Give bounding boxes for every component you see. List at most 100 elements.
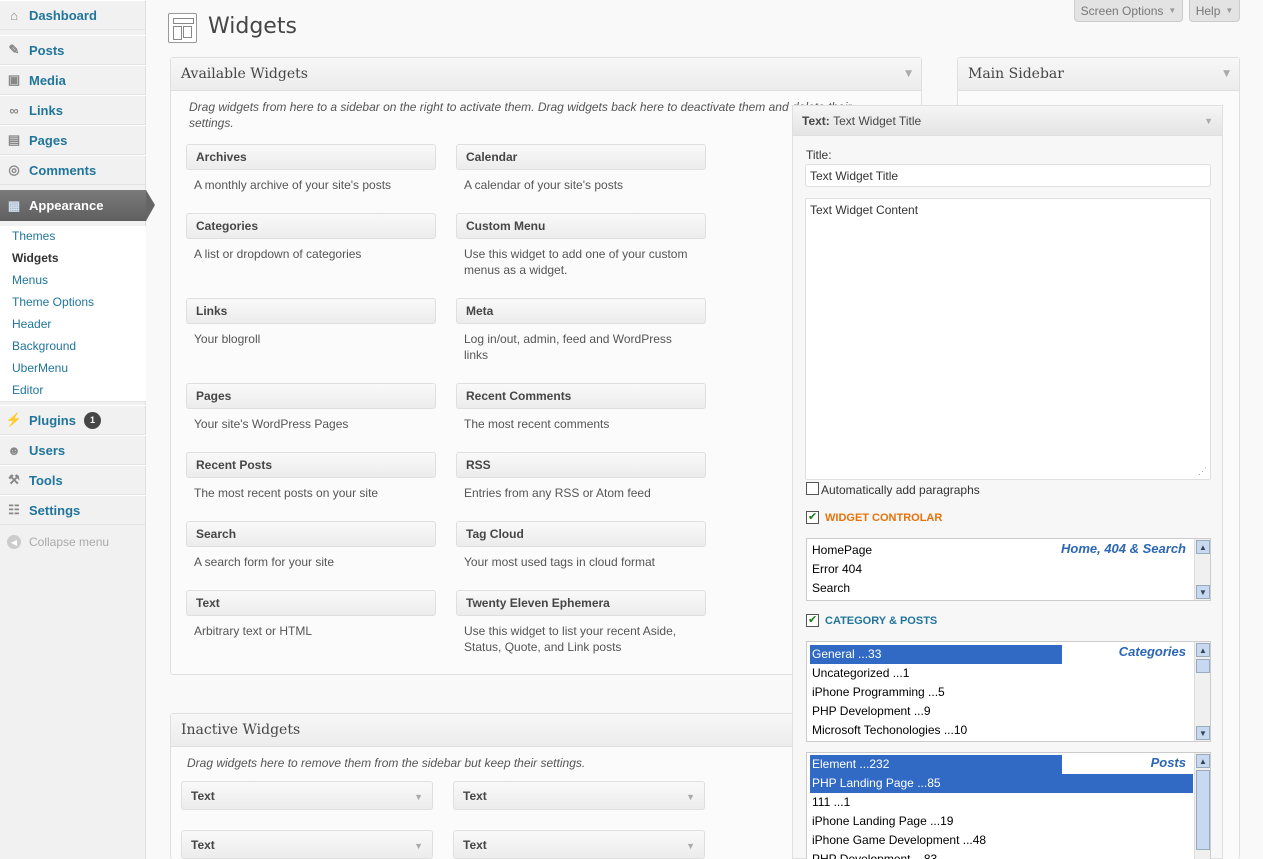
list-item[interactable]: Search xyxy=(810,579,850,598)
scroll-thumb[interactable] xyxy=(1196,659,1210,673)
widget-search[interactable]: Search A search form for your site xyxy=(186,521,436,570)
screen-options-button[interactable]: Screen Options ▼ xyxy=(1074,0,1183,22)
pages-listbox[interactable]: Home, 404 & Search HomePage Error 404 Se… xyxy=(806,538,1211,601)
collapse-menu-button[interactable]: ◀ Collapse menu xyxy=(7,535,109,549)
widget-collapse-icon[interactable]: ▼ xyxy=(1204,116,1213,126)
list-item[interactable]: iPhone Landing Page ...19 xyxy=(810,812,953,831)
scroll-up-icon[interactable]: ▲ xyxy=(1196,754,1210,768)
widget-title[interactable]: Meta xyxy=(456,298,706,324)
widget-archives[interactable]: Archives A monthly archive of your site's… xyxy=(186,144,436,193)
widget-title[interactable]: Custom Menu xyxy=(456,213,706,239)
inactive-widget-text[interactable]: Text ▼ xyxy=(181,830,433,859)
menu-plugins[interactable]: ⚡ Plugins 1 xyxy=(0,405,146,435)
list-item[interactable]: HomePage xyxy=(810,541,872,560)
widget-title[interactable]: Search xyxy=(186,521,436,547)
widget-calendar[interactable]: Calendar A calendar of your site's posts xyxy=(456,144,706,193)
list-item[interactable]: Error 404 xyxy=(810,560,862,579)
widget-title[interactable]: Recent Comments xyxy=(456,383,706,409)
menu-links[interactable]: ∞ Links xyxy=(0,95,146,125)
widget-rss[interactable]: RSS Entries from any RSS or Atom feed xyxy=(456,452,706,501)
submenu-themes[interactable]: Themes xyxy=(12,229,55,243)
available-widgets-header[interactable]: Available Widgets ▼ xyxy=(171,58,921,91)
inactive-widget-text[interactable]: Text ▼ xyxy=(453,830,705,859)
content-textarea[interactable]: Text Widget Content ⋰ xyxy=(805,198,1211,480)
widget-expand-icon[interactable]: ▼ xyxy=(414,792,423,802)
widget-recent-posts[interactable]: Recent Posts The most recent posts on you… xyxy=(186,452,436,501)
menu-dashboard[interactable]: ⌂ Dashboard xyxy=(0,0,146,30)
menu-users[interactable]: ☻ Users xyxy=(0,435,146,465)
scroll-thumb[interactable] xyxy=(1196,770,1210,850)
list-item[interactable]: Element ...232 xyxy=(810,755,1062,774)
scroll-down-icon[interactable]: ▼ xyxy=(1196,726,1210,740)
text-widget-header[interactable]: Text: Text Widget Title ▼ xyxy=(793,106,1222,136)
list-item[interactable]: PHP Landing Page ...85 xyxy=(810,774,1193,793)
inactive-widget-title: Text xyxy=(191,788,215,803)
widget-title[interactable]: Twenty Eleven Ephemera xyxy=(456,590,706,616)
submenu-ubermenu[interactable]: UberMenu xyxy=(12,361,68,375)
list-item[interactable]: PHP Development ...83 xyxy=(810,850,937,859)
scrollbar[interactable]: ▲ ▼ xyxy=(1194,642,1210,741)
widget-description: Your most used tags in cloud format xyxy=(464,555,655,569)
menu-appearance[interactable]: ▦ Appearance xyxy=(0,190,155,221)
widget-links[interactable]: Links Your blogroll xyxy=(186,298,436,347)
menu-media[interactable]: ▣ Media xyxy=(0,65,146,95)
menu-settings[interactable]: ☷ Settings xyxy=(0,495,146,525)
widget-twenty-eleven-ephemera[interactable]: Twenty Eleven Ephemera Use this widget to… xyxy=(456,590,706,655)
scrollbar[interactable]: ▲ ▼ xyxy=(1194,539,1210,600)
submenu-widgets[interactable]: Widgets xyxy=(12,251,59,265)
list-item[interactable]: General ...33 xyxy=(810,645,1062,664)
categories-listbox[interactable]: Categories General ...33 Uncategorized .… xyxy=(806,641,1211,742)
widget-meta[interactable]: Meta Log in/out, admin, feed and WordPres… xyxy=(456,298,706,363)
collapse-toggle-icon[interactable]: ▼ xyxy=(1223,69,1230,79)
list-item[interactable]: Uncategorized ...1 xyxy=(810,664,909,683)
list-item[interactable]: iPhone Game Development ...48 xyxy=(810,831,986,850)
widget-expand-icon[interactable]: ▼ xyxy=(686,792,695,802)
widget-categories[interactable]: Categories A list or dropdown of categori… xyxy=(186,213,436,262)
menu-tools[interactable]: ⚒ Tools xyxy=(0,465,146,495)
widget-title[interactable]: Calendar xyxy=(456,144,706,170)
widget-recent-comments[interactable]: Recent Comments The most recent comments xyxy=(456,383,706,432)
submenu-theme-options[interactable]: Theme Options xyxy=(12,295,94,309)
title-input[interactable]: Text Widget Title xyxy=(805,164,1211,187)
widget-title[interactable]: Categories xyxy=(186,213,436,239)
main-sidebar-header[interactable]: Main Sidebar ▼ xyxy=(958,58,1239,91)
list-item[interactable]: 111 ...1 xyxy=(810,793,850,812)
inactive-widget-text[interactable]: Text ▼ xyxy=(453,781,705,810)
scroll-down-icon[interactable]: ▼ xyxy=(1196,585,1210,599)
widget-pages[interactable]: Pages Your site's WordPress Pages xyxy=(186,383,436,432)
list-item[interactable]: PHP Development ...9 xyxy=(810,702,931,721)
widget-title[interactable]: Tag Cloud xyxy=(456,521,706,547)
widget-expand-icon[interactable]: ▼ xyxy=(686,841,695,851)
list-item[interactable]: iPhone Programming ...5 xyxy=(810,683,945,702)
scroll-up-icon[interactable]: ▲ xyxy=(1196,643,1210,657)
submenu-background[interactable]: Background xyxy=(12,339,76,353)
widget-title[interactable]: RSS xyxy=(456,452,706,478)
menu-posts[interactable]: ✎ Posts xyxy=(0,35,146,65)
collapse-toggle-icon[interactable]: ▼ xyxy=(905,69,912,79)
submenu-menus[interactable]: Menus xyxy=(12,273,48,287)
category-posts-checkbox[interactable] xyxy=(806,613,819,627)
widget-expand-icon[interactable]: ▼ xyxy=(414,841,423,851)
widget-title[interactable]: Text xyxy=(186,590,436,616)
widget-title[interactable]: Archives xyxy=(186,144,436,170)
scroll-up-icon[interactable]: ▲ xyxy=(1196,540,1210,554)
widget-title[interactable]: Links xyxy=(186,298,436,324)
menu-comments[interactable]: ◎ Comments xyxy=(0,155,146,185)
widget-text[interactable]: Text Arbitrary text or HTML xyxy=(186,590,436,639)
resize-handle-icon[interactable]: ⋰ xyxy=(1198,466,1207,477)
widget-controlar-checkbox[interactable] xyxy=(806,510,819,524)
widget-custom-menu[interactable]: Custom Menu Use this widget to add one of… xyxy=(456,213,706,278)
help-button[interactable]: Help ▼ xyxy=(1189,0,1240,22)
posts-listbox[interactable]: Element ...232 PHP Landing Page ...85 11… xyxy=(806,752,1211,859)
submenu-header[interactable]: Header xyxy=(12,317,51,331)
widget-title[interactable]: Recent Posts xyxy=(186,452,436,478)
widget-tag-cloud[interactable]: Tag Cloud Your most used tags in cloud fo… xyxy=(456,521,706,570)
auto-paragraph-checkbox[interactable] xyxy=(806,482,819,495)
list-item[interactable]: Microsoft Techonologies ...10 xyxy=(810,721,967,740)
pages-caption: Home, 404 & Search xyxy=(1060,541,1186,556)
scrollbar[interactable]: ▲ xyxy=(1194,753,1210,859)
menu-pages[interactable]: ▤ Pages xyxy=(0,125,146,155)
inactive-widget-text[interactable]: Text ▼ xyxy=(181,781,433,810)
submenu-editor[interactable]: Editor xyxy=(12,383,43,397)
widget-title[interactable]: Pages xyxy=(186,383,436,409)
